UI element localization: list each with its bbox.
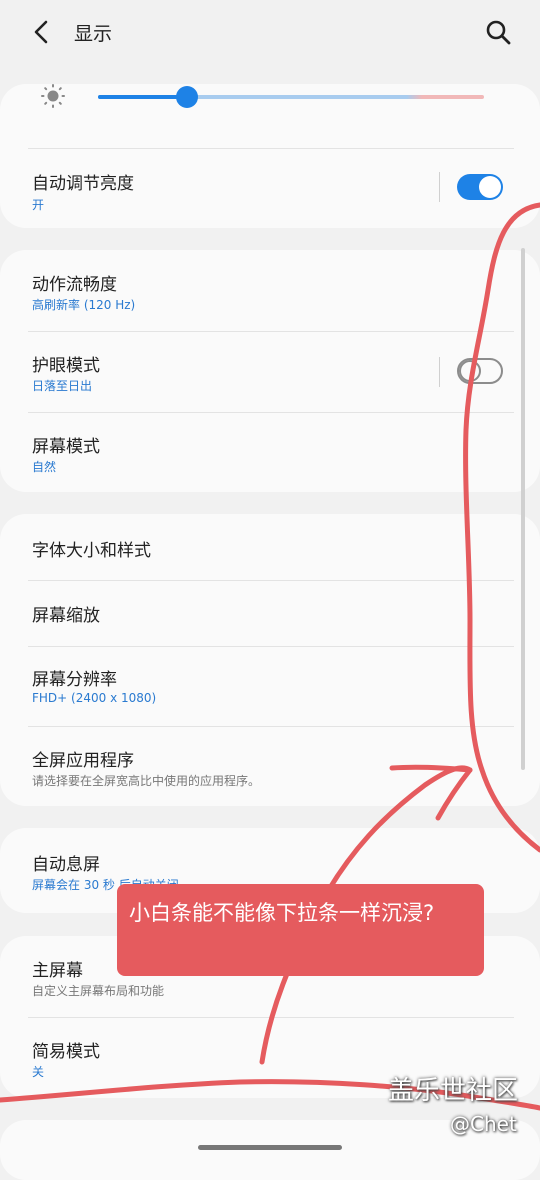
- eye-comfort-toggle[interactable]: [457, 358, 503, 384]
- brightness-card: 自动调节亮度 开: [0, 84, 540, 228]
- display-settings-card: 动作流畅度 高刷新率 (120 Hz) 护眼模式 日落至日出 屏幕模式 自然: [0, 250, 540, 492]
- scrollbar[interactable]: [521, 248, 525, 770]
- search-icon: [486, 20, 511, 45]
- top-app-bar: 显示: [0, 0, 540, 64]
- sun-icon: [41, 84, 65, 108]
- screen-resolution-row[interactable]: 屏幕分辨率 FHD+ (2400 x 1080): [0, 646, 540, 726]
- toggle-knob: [479, 176, 501, 198]
- page-title: 显示: [74, 23, 113, 45]
- separator: [439, 357, 440, 387]
- full-screen-apps-row[interactable]: 全屏应用程序 请选择要在全屏宽高比中使用的应用程序。: [0, 726, 540, 806]
- auto-brightness-row[interactable]: 自动调节亮度 开: [0, 148, 540, 228]
- full-screen-apps-desc: 请选择要在全屏宽高比中使用的应用程序。: [32, 774, 261, 788]
- screen-mode-title: 屏幕模式: [32, 437, 100, 457]
- screen-resolution-value: FHD+ (2400 x 1080): [32, 691, 157, 705]
- brightness-slider[interactable]: [98, 86, 484, 110]
- annotation-bubble: 小白条能不能像下拉条一样沉浸?: [117, 884, 484, 976]
- home-screen-desc: 自定义主屏幕布局和功能: [32, 984, 165, 998]
- auto-brightness-status: 开: [32, 198, 45, 212]
- back-arrow-icon: [34, 20, 48, 44]
- full-screen-apps-title: 全屏应用程序: [32, 751, 134, 771]
- watermark-user: @Chet: [450, 1112, 517, 1136]
- motion-smoothness-row[interactable]: 动作流畅度 高刷新率 (120 Hz): [0, 250, 540, 331]
- back-button[interactable]: [26, 14, 58, 50]
- screen-mode-value: 自然: [32, 460, 57, 474]
- slider-thumb[interactable]: [176, 86, 198, 108]
- slider-track-filled: [98, 95, 187, 99]
- font-screen-card: 字体大小和样式 屏幕缩放 屏幕分辨率 FHD+ (2400 x 1080) 全屏…: [0, 514, 540, 806]
- easy-mode-title: 简易模式: [32, 1042, 100, 1062]
- eye-comfort-title: 护眼模式: [32, 356, 100, 376]
- motion-smoothness-value: 高刷新率 (120 Hz): [32, 298, 136, 312]
- watermark-site: 盖乐世社区: [388, 1076, 519, 1106]
- font-size-title: 字体大小和样式: [32, 541, 151, 561]
- toggle-knob: [459, 360, 481, 382]
- screen-timeout-title: 自动息屏: [32, 855, 100, 875]
- screen-mode-row[interactable]: 屏幕模式 自然: [0, 412, 540, 492]
- motion-smoothness-title: 动作流畅度: [32, 275, 117, 295]
- eye-comfort-value: 日落至日出: [32, 379, 93, 393]
- search-button[interactable]: [480, 14, 516, 50]
- screen-zoom-title: 屏幕缩放: [32, 606, 100, 626]
- eye-comfort-row[interactable]: 护眼模式 日落至日出: [0, 331, 540, 412]
- gesture-home-bar[interactable]: [198, 1145, 342, 1150]
- screen-resolution-title: 屏幕分辨率: [32, 670, 117, 690]
- separator: [439, 172, 440, 202]
- auto-brightness-title: 自动调节亮度: [32, 174, 134, 194]
- screen-zoom-row[interactable]: 屏幕缩放: [0, 580, 540, 646]
- auto-brightness-toggle[interactable]: [457, 174, 503, 200]
- font-size-row[interactable]: 字体大小和样式: [0, 514, 540, 580]
- easy-mode-value: 关: [32, 1065, 45, 1079]
- home-screen-title: 主屏幕: [32, 961, 83, 981]
